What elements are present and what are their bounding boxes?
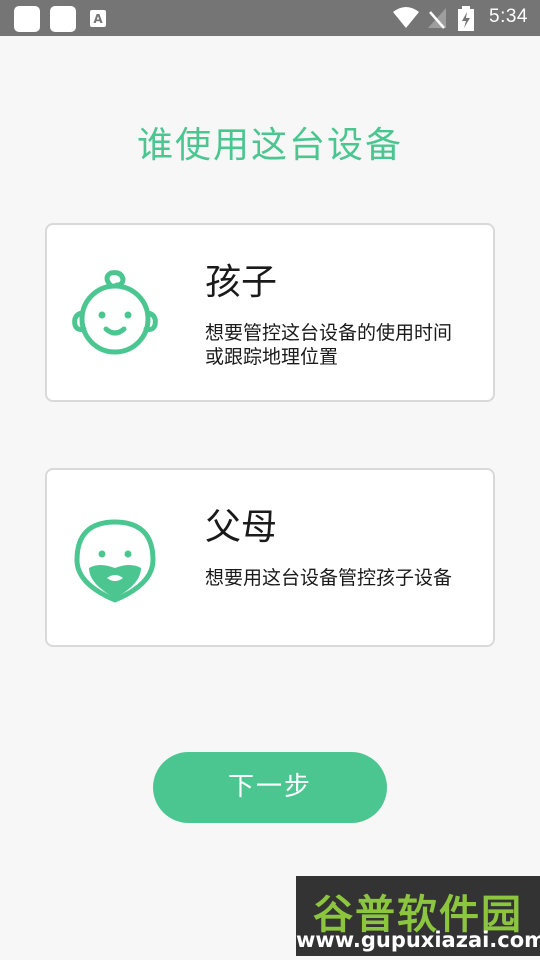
watermark-url: www.gupuxiazai.com	[296, 928, 540, 952]
status-bar: A 5:34	[0, 0, 540, 36]
option-desc-child-line2: 或跟踪地理位置	[205, 346, 339, 368]
no-signal-icon	[428, 8, 446, 29]
option-title-child: 孩子	[205, 262, 278, 303]
option-card-child[interactable]: 孩子 想要管控这台设备的使用时间 或跟踪地理位置	[45, 223, 495, 402]
baby-face-icon	[72, 270, 158, 355]
page-title: 谁使用这台设备	[136, 125, 403, 166]
option-title-parent: 父母	[205, 507, 278, 548]
watermark: 谷普软件园 www.gupuxiazai.com	[296, 876, 540, 956]
clock: 5:34	[489, 6, 528, 27]
next-button[interactable]: 下一步	[153, 752, 387, 823]
option-desc-child-line1: 想要管控这台设备的使用时间	[205, 322, 453, 344]
battery-charging-icon	[458, 6, 474, 31]
notification-square-icon	[14, 6, 40, 32]
notification-square-icon	[50, 6, 76, 32]
wifi-icon	[393, 7, 419, 28]
a-badge-icon: A	[90, 10, 106, 27]
option-desc-parent: 想要用这台设备管控孩子设备	[205, 567, 453, 589]
option-card-parent[interactable]: 父母 想要用这台设备管控孩子设备	[45, 468, 495, 647]
bearded-face-icon	[74, 519, 156, 603]
